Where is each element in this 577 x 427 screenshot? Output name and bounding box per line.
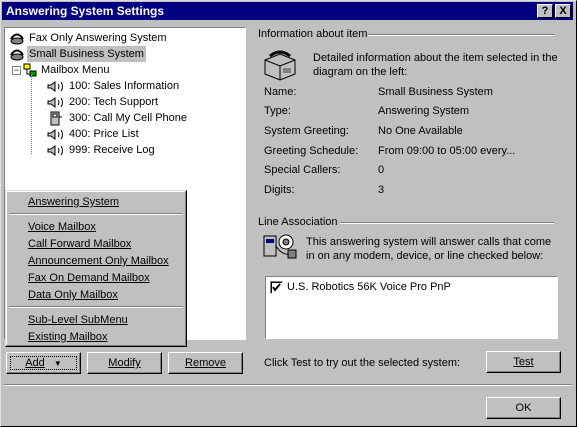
section-divider xyxy=(368,34,554,36)
tree-item-small-business[interactable]: Small Business System xyxy=(9,46,239,62)
info-label-type: Type: xyxy=(264,105,291,117)
menu-item-voice-mailbox[interactable]: Voice Mailbox xyxy=(28,219,96,235)
phone-forward-icon xyxy=(50,111,62,126)
info-label-name: Name: xyxy=(264,86,297,98)
tree-item-mailbox[interactable]: 200: Tech Support xyxy=(9,94,239,110)
info-value-digits: 3 xyxy=(378,184,385,196)
tree-item-label: Small Business System xyxy=(27,46,146,62)
answering-system-icon xyxy=(10,33,24,45)
footer-divider xyxy=(4,384,572,386)
test-button-label: Test xyxy=(513,356,534,368)
info-label-digits: Digits: xyxy=(264,184,295,196)
answering-system-icon xyxy=(10,49,24,61)
tree-item-mailbox[interactable]: 300: Call My Cell Phone xyxy=(9,110,239,126)
menu-tree-icon xyxy=(23,63,37,77)
device-list-item[interactable]: U.S. Robotics 56K Voice Pro PnP xyxy=(270,280,550,296)
speaker-icon xyxy=(47,129,63,140)
dropdown-arrow-icon: ▼ xyxy=(53,359,62,368)
info-value-system-greeting: No One Available xyxy=(378,125,463,137)
line-association-description: This answering system will answer calls … xyxy=(306,236,552,262)
menu-item-fax-on-demand-mailbox[interactable]: Fax On Demand Mailbox xyxy=(28,270,150,286)
menu-separator xyxy=(9,213,183,215)
close-icon: X xyxy=(559,5,567,17)
tree-item-mailbox[interactable]: 400: Price List xyxy=(9,126,239,142)
remove-button-label: Remove xyxy=(185,357,226,369)
section-divider xyxy=(340,222,554,224)
tree-item-mailbox[interactable]: 100: Sales Information xyxy=(9,78,239,94)
tree-item-fax-only[interactable]: Fax Only Answering System xyxy=(9,30,239,46)
device-checkbox[interactable] xyxy=(270,281,283,294)
line-association-header: Line Association xyxy=(258,216,338,228)
modem-line-icon xyxy=(263,234,297,259)
speaker-icon xyxy=(47,97,63,108)
tree-item-label: 200: Tech Support xyxy=(69,96,159,108)
info-description: Detailed information about the item sele… xyxy=(313,52,558,78)
add-button-label: Add xyxy=(25,357,45,369)
ok-button-label: OK xyxy=(515,402,532,414)
tree-item-label: 400: Price List xyxy=(69,128,139,140)
add-context-menu: Answering System Voice Mailbox Call Forw… xyxy=(5,190,187,347)
test-button[interactable]: Test xyxy=(486,351,561,373)
menu-item-call-forward-mailbox[interactable]: Call Forward Mailbox xyxy=(28,236,131,252)
menu-item-announcement-only-mailbox[interactable]: Announcement Only Mailbox xyxy=(28,253,169,269)
info-label-greeting-schedule: Greeting Schedule: xyxy=(264,145,359,157)
menu-item-sub-level-submenu[interactable]: Sub-Level SubMenu xyxy=(28,312,128,328)
info-value-special-callers: 0 xyxy=(378,164,385,176)
info-label-special-callers: Special Callers: xyxy=(264,164,341,176)
help-button[interactable]: ? xyxy=(537,4,553,18)
title-bar: Answering System Settings ? X xyxy=(2,2,573,20)
tree-item-mailbox[interactable]: 999: Receive Log xyxy=(9,142,239,158)
test-hint: Click Test to try out the selected syste… xyxy=(264,357,461,369)
menu-item-data-only-mailbox[interactable]: Data Only Mailbox xyxy=(28,287,118,303)
phone-device-icon xyxy=(264,50,296,81)
add-button[interactable]: Add ▼ xyxy=(6,352,81,374)
checkmark-icon xyxy=(272,283,281,292)
ok-button[interactable]: OK xyxy=(486,397,561,419)
close-button[interactable]: X xyxy=(555,4,571,18)
device-list[interactable]: U.S. Robotics 56K Voice Pro PnP xyxy=(265,276,558,339)
collapse-icon[interactable]: − xyxy=(12,66,21,75)
tree-item-label: 300: Call My Cell Phone xyxy=(69,112,188,124)
speaker-icon xyxy=(47,145,63,156)
info-value-type: Answering System xyxy=(378,105,470,117)
tree-item-label: 100: Sales Information xyxy=(69,80,180,92)
info-value-greeting-schedule: From 09:00 to 05:00 every... xyxy=(378,145,516,157)
window-title: Answering System Settings xyxy=(6,4,165,18)
menu-item-existing-mailbox[interactable]: Existing Mailbox xyxy=(28,329,107,345)
help-icon: ? xyxy=(541,5,549,17)
remove-button[interactable]: Remove xyxy=(168,352,243,374)
tree-item-mailbox-menu[interactable]: − Mailbox Menu xyxy=(9,62,239,78)
device-label: U.S. Robotics 56K Voice Pro PnP xyxy=(287,281,451,293)
info-label-system-greeting: System Greeting: xyxy=(264,125,349,137)
info-header: Information about item xyxy=(258,28,368,40)
tree-item-label: 999: Receive Log xyxy=(69,144,155,156)
speaker-icon xyxy=(47,81,63,92)
menu-item-answering-system[interactable]: Answering System xyxy=(28,194,119,210)
modify-button[interactable]: Modify xyxy=(87,352,162,374)
tree-item-label: Fax Only Answering System xyxy=(29,32,167,44)
tree-item-label: Mailbox Menu xyxy=(41,64,110,76)
info-value-name: Small Business System xyxy=(378,86,493,98)
modify-button-label: Modify xyxy=(108,357,141,369)
menu-separator xyxy=(9,306,183,308)
